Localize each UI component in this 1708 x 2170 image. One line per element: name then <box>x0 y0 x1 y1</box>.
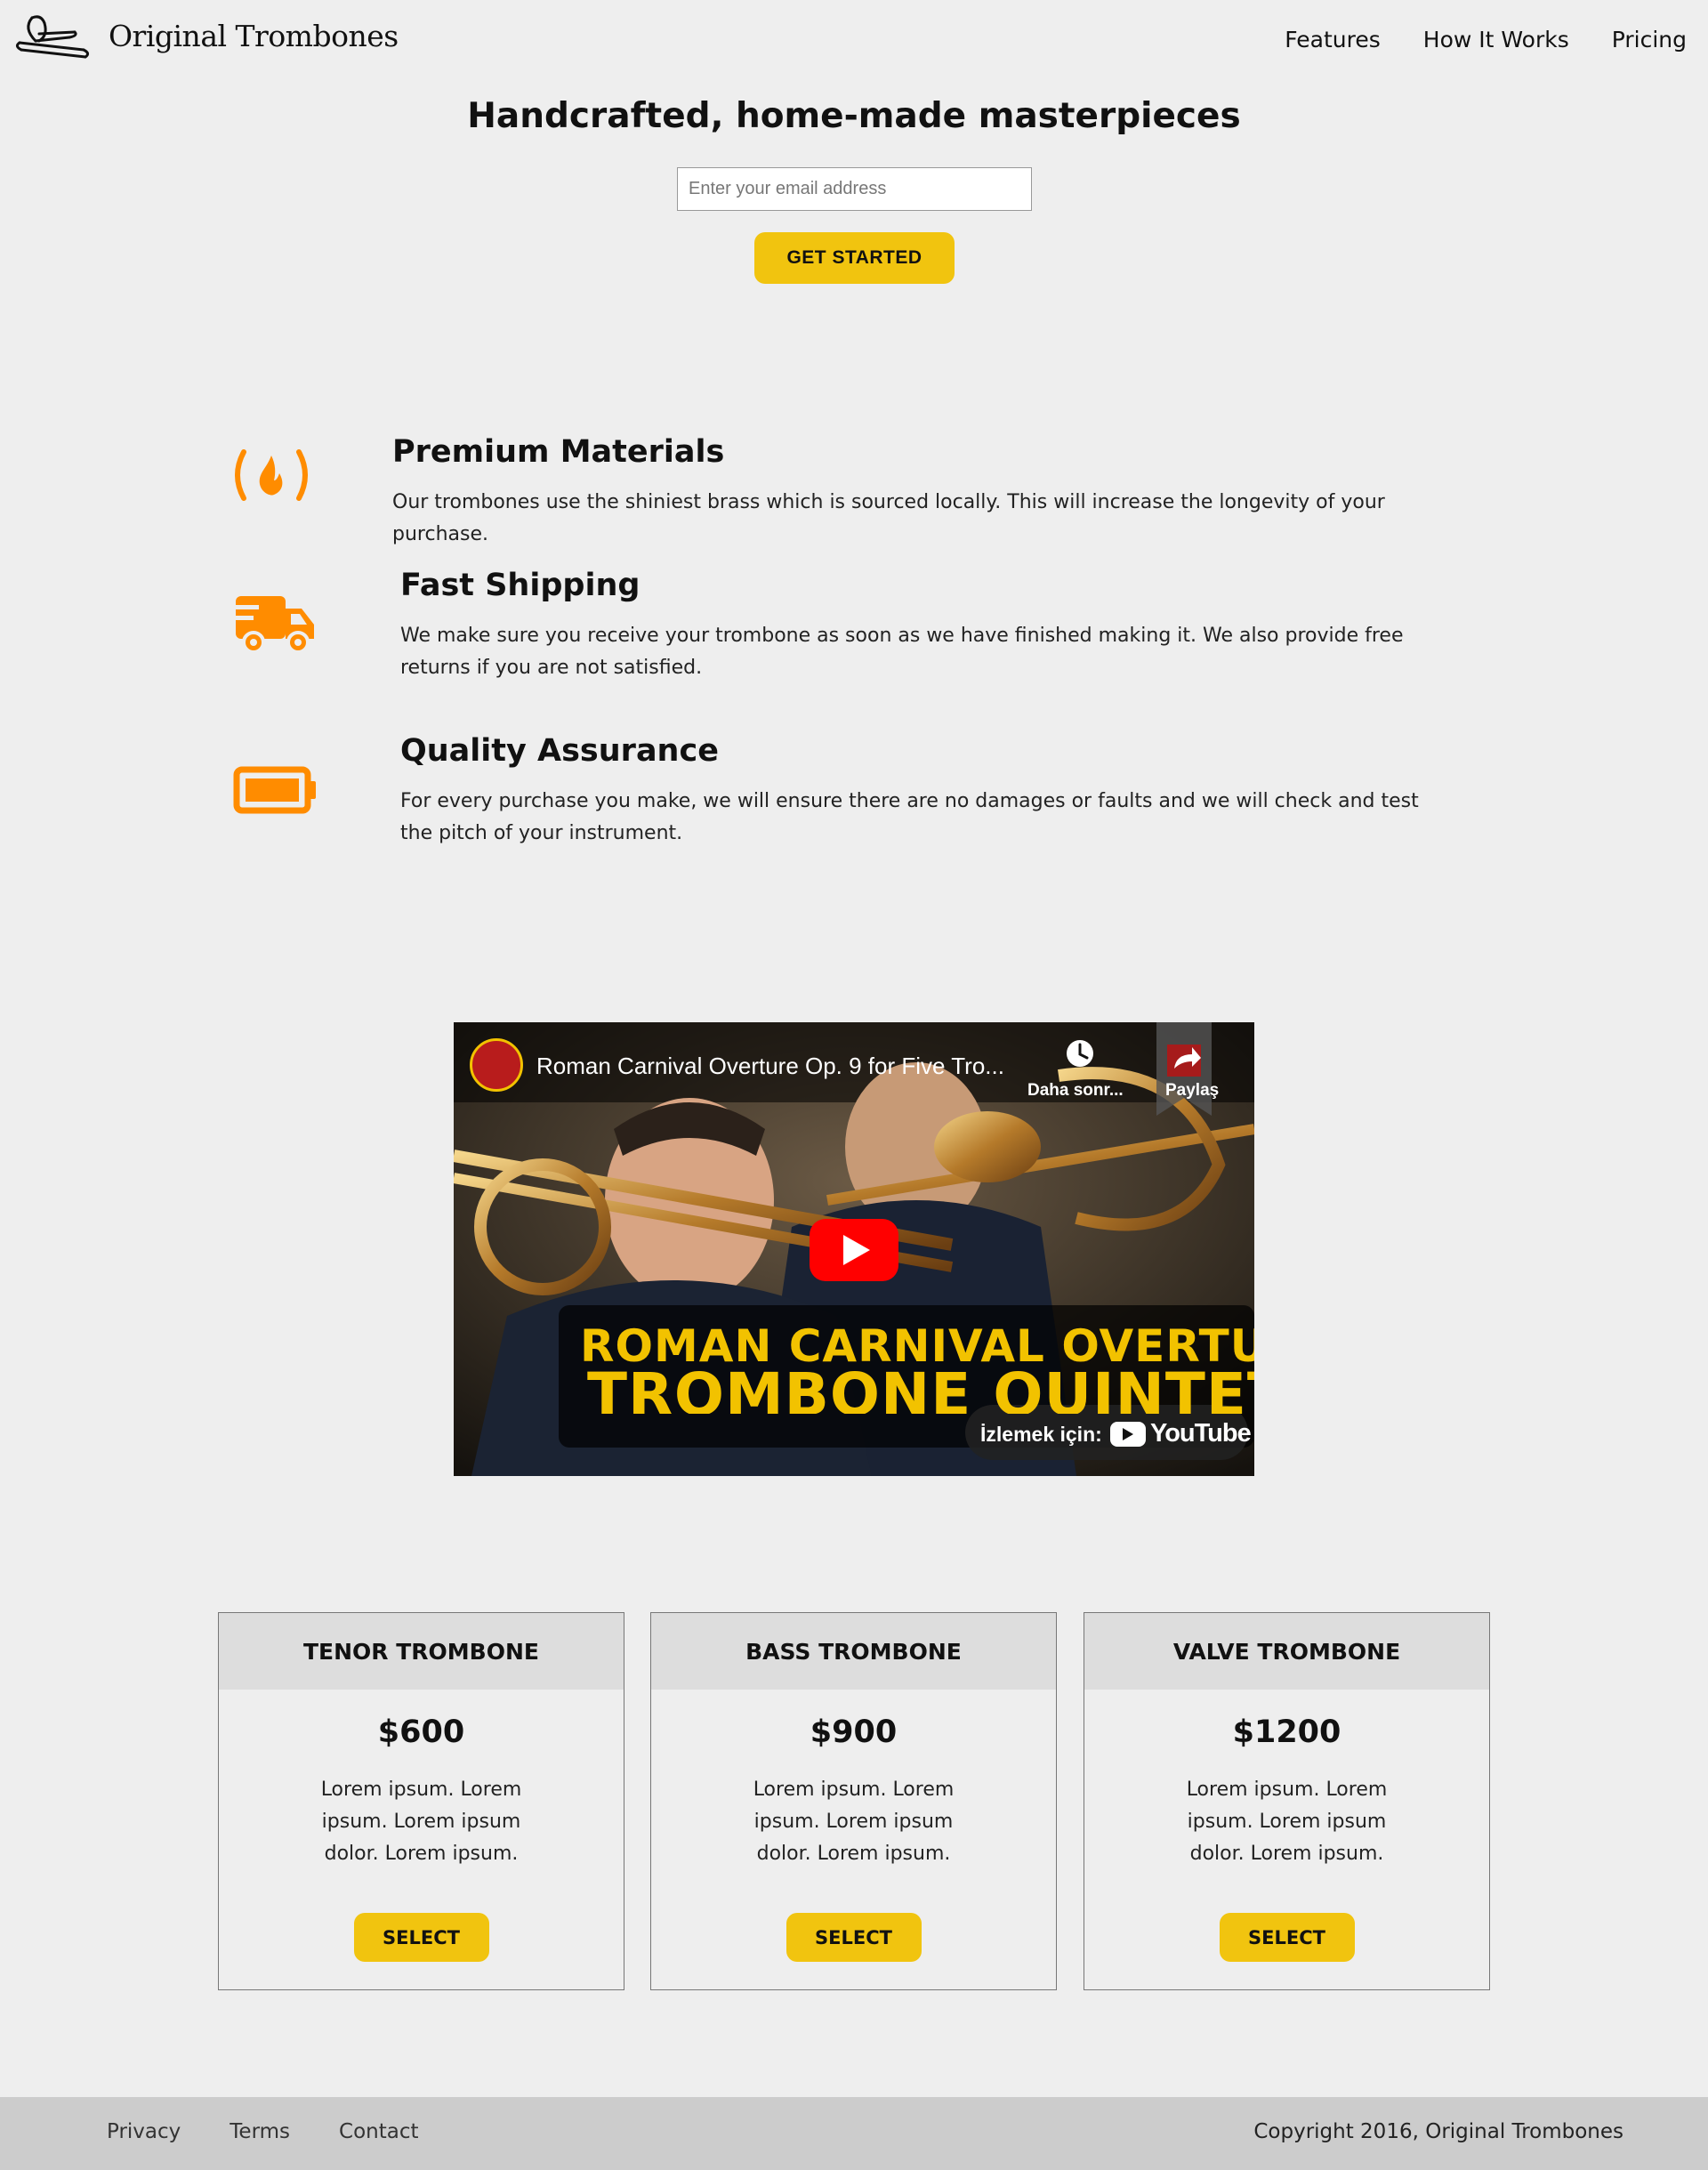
nav-link-pricing[interactable]: Pricing <box>1612 27 1687 52</box>
watch-later-button[interactable]: Daha sonr... <box>1027 1081 1124 1101</box>
email-input[interactable] <box>677 167 1032 211</box>
plan-price: $900 <box>810 1714 898 1750</box>
copyright-text: Copyright 2016, Original Trombones <box>1253 2120 1623 2143</box>
feature-description: We make sure you receive your trombone a… <box>400 625 1404 679</box>
share-button[interactable]: Paylaş <box>1165 1081 1219 1101</box>
nav-link-how-it-works[interactable]: How It Works <box>1423 27 1569 52</box>
fire-icon <box>235 449 308 501</box>
select-button[interactable]: SELECT <box>786 1913 922 1962</box>
youtube-logo[interactable]: YouTube <box>1150 1419 1252 1448</box>
plan-price: $600 <box>377 1714 465 1750</box>
feature-description: For every purchase you make, we will ens… <box>400 790 1419 844</box>
plan-description: Lorem ipsum. Lorem ipsum. Lorem ipsum do… <box>320 1779 522 1865</box>
plan-name: TENOR TROMBONE <box>219 1613 624 1690</box>
get-started-button[interactable]: GET STARTED <box>754 232 955 284</box>
hero-title: Handcrafted, home-made masterpieces <box>467 96 1241 136</box>
main-nav: Features How It Works Pricing <box>1242 27 1687 52</box>
page-header: Original Trombones Features How It Works… <box>0 0 1708 80</box>
pricing-card-bass: BASS TROMBONE $900 Lorem ipsum. Lorem ip… <box>650 1612 1057 1990</box>
feature-description: Our trombones use the shiniest brass whi… <box>392 491 1385 545</box>
channel-avatar[interactable] <box>470 1038 523 1092</box>
page-footer: Privacy Terms Contact Copyright 2016, Or… <box>0 2097 1708 2170</box>
video-embed[interactable]: Roman Carnival Overture Op. 9 for Five T… <box>454 1022 1254 1476</box>
battery-icon <box>233 766 316 814</box>
pricing-card-tenor: TENOR TROMBONE $600 Lorem ipsum. Lorem i… <box>218 1612 624 1990</box>
feature-title: Fast Shipping <box>400 568 640 603</box>
plan-description: Lorem ipsum. Lorem ipsum. Lorem ipsum do… <box>753 1779 955 1865</box>
logo[interactable]: Original Trombones <box>12 11 399 61</box>
video-title[interactable]: Roman Carnival Overture Op. 9 for Five T… <box>536 1053 1004 1080</box>
select-button[interactable]: SELECT <box>353 1913 489 1962</box>
select-button[interactable]: SELECT <box>1219 1913 1355 1962</box>
brand-name: Original Trombones <box>109 18 399 53</box>
plan-price: $1200 <box>1232 1714 1341 1750</box>
watch-on-label[interactable]: İzlemek için: <box>980 1423 1102 1447</box>
nav-link-features[interactable]: Features <box>1285 27 1381 52</box>
video-overlay-subtitle: TROMBONE QUINTET <box>587 1360 1254 1414</box>
feature-title: Quality Assurance <box>400 733 719 769</box>
plan-name: VALVE TROMBONE <box>1084 1613 1489 1690</box>
plan-name: BASS TROMBONE <box>651 1613 1056 1690</box>
truck-icon <box>234 596 314 654</box>
footer-links: Privacy Terms Contact <box>107 2120 468 2143</box>
pricing-card-valve: VALVE TROMBONE $1200 Lorem ipsum. Lorem … <box>1084 1612 1490 1990</box>
footer-link-privacy[interactable]: Privacy <box>107 2120 181 2143</box>
footer-link-terms[interactable]: Terms <box>230 2120 290 2143</box>
trombone-icon <box>15 15 90 59</box>
plan-description: Lorem ipsum. Lorem ipsum. Lorem ipsum do… <box>1186 1779 1388 1865</box>
feature-title: Premium Materials <box>392 434 725 470</box>
footer-link-contact[interactable]: Contact <box>339 2120 418 2143</box>
